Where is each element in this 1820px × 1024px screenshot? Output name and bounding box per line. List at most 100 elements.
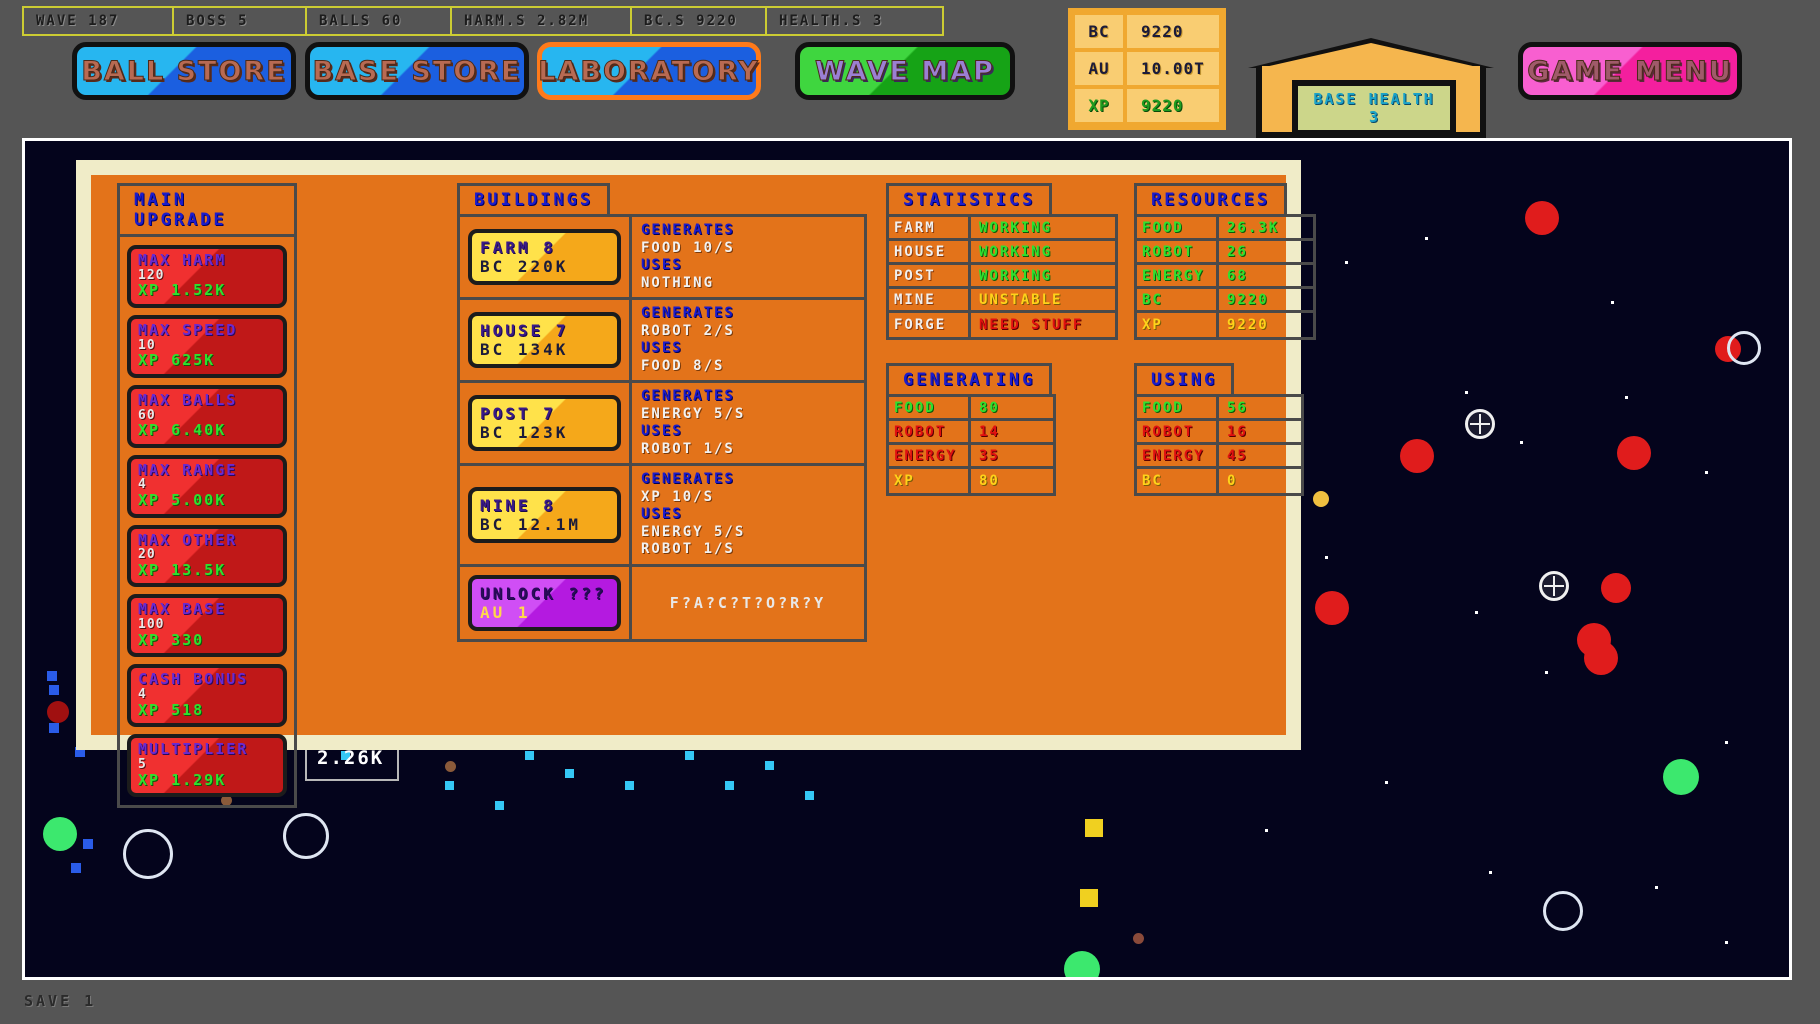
green-orb[interactable] <box>1663 759 1699 795</box>
resources-title: RESOURCES <box>1134 183 1288 217</box>
star-dot[interactable] <box>685 751 694 760</box>
star-dot <box>1385 781 1388 784</box>
enemy-token[interactable] <box>47 701 69 723</box>
ring-orb[interactable] <box>1727 331 1761 365</box>
star-dot[interactable] <box>725 781 734 790</box>
resource-row: AU 10.00T <box>1075 52 1219 85</box>
building-info-cell: GENERATES FOOD 10/S USES NOTHING <box>632 217 864 297</box>
nav-button-label: WAVE MAP <box>815 55 995 87</box>
enemy-token[interactable] <box>1617 436 1651 470</box>
ring-orb[interactable] <box>283 813 329 859</box>
statistics-key: MINE <box>889 289 971 310</box>
building-info-heading: GENERATES <box>641 388 735 404</box>
using-value: 0 <box>1227 473 1238 489</box>
upgrade-button-max-base[interactable]: MAX BASE 100 XP 330 <box>127 594 287 658</box>
upgrade-button-max-speed[interactable]: MAX SPEED 10 XP 625K <box>127 314 287 378</box>
star-dot <box>1313 491 1329 507</box>
building-info-heading: USES <box>641 340 683 356</box>
laboratory-panel: MAIN UPGRADE MAX HARM 120 XP 1.52K MAX SPEE… <box>76 160 1316 809</box>
generating-value: 80 <box>979 473 1000 489</box>
upgrade-button-cash-bonus[interactable]: CASH BONUS 4 XP 518 <box>127 664 287 728</box>
star-dot[interactable] <box>445 781 454 790</box>
statistics-value: WORKING <box>979 267 1053 284</box>
ring-orb[interactable] <box>123 829 173 879</box>
star-dot[interactable] <box>525 751 534 760</box>
status-bar: WAVE 187 BOSS 5 BALLS 60 HARM.S 2.82M BC.S 9… <box>22 6 944 36</box>
upgrade-button-multiplier[interactable]: MULTIPLIER 5 XP 1.29K <box>127 734 287 798</box>
star-dot[interactable] <box>47 671 57 681</box>
star-dot[interactable] <box>765 761 774 770</box>
using-key: ROBOT <box>1137 421 1219 442</box>
upgrade-button-max-balls[interactable]: MAX BALLS 60 XP 6.40K <box>127 384 287 448</box>
target-token[interactable] <box>1465 409 1495 439</box>
star-dot[interactable] <box>49 685 59 695</box>
building-info-value: ROBOT 1/S <box>641 440 735 457</box>
upgrade-level: 4 <box>138 477 147 493</box>
nav-button-label: GAME MENU <box>1527 55 1733 87</box>
enemy-token[interactable] <box>1400 439 1434 473</box>
upgrade-button-max-other[interactable]: MAX OTHER 20 XP 13.5K <box>127 524 287 588</box>
star-dot[interactable] <box>495 801 504 810</box>
star-dot[interactable] <box>805 791 814 800</box>
using-value: 16 <box>1227 423 1248 440</box>
using-key: FOOD <box>1137 397 1219 418</box>
base-health-screen: BASE HEALTH 3 <box>1292 80 1456 136</box>
resources-table: FOOD 26.3K ROBOT 26 ENERGY 68 BC 9220 XP 9220 <box>1134 214 1316 340</box>
resources-value: 68 <box>1227 267 1248 284</box>
star-dot <box>1705 471 1708 474</box>
enemy-token[interactable] <box>1601 573 1631 603</box>
nav-button-ball-store[interactable]: BALL STORE <box>72 42 296 100</box>
star-dot <box>1465 391 1468 394</box>
nav-button-laboratory[interactable]: LABORATORY <box>537 42 761 100</box>
ring-orb[interactable] <box>1543 891 1583 931</box>
nav-button-game-menu[interactable]: GAME MENU <box>1518 42 1742 100</box>
star-dot[interactable] <box>83 839 93 849</box>
resource-row: BC 9220 <box>1075 15 1219 48</box>
star-dot <box>1725 941 1728 944</box>
upgrade-button-max-range[interactable]: MAX RANGE 4 XP 5.00K <box>127 454 287 518</box>
resources-key: ROBOT <box>1137 241 1219 262</box>
upgrade-button-max-harm[interactable]: MAX HARM 120 XP 1.52K <box>127 245 287 308</box>
statistics-key: POST <box>889 265 971 286</box>
building-button-post-7[interactable]: POST 7 BC 123K <box>468 395 621 451</box>
green-orb[interactable] <box>43 817 77 851</box>
building-info-heading: GENERATES <box>641 471 735 487</box>
resource-value: 9220 <box>1127 15 1219 48</box>
building-button-house-7[interactable]: HOUSE 7 BC 134K <box>468 312 621 368</box>
building-row: POST 7 BC 123K GENERATES ENERGY 5/S USES ROBO… <box>460 383 864 466</box>
star-dot[interactable] <box>71 863 81 873</box>
enemy-token[interactable] <box>1525 201 1559 235</box>
upgrade-name: MAX RANGE <box>138 460 238 479</box>
game-root: WAVE 187 BOSS 5 BALLS 60 HARM.S 2.82M BC.S 9… <box>0 0 1820 1024</box>
building-info-heading: USES <box>641 257 683 273</box>
star-dot <box>1625 396 1628 399</box>
main-upgrade-list: MAX HARM 120 XP 1.52K MAX SPEED 10 XP 625K MAX… <box>117 234 297 809</box>
building-button-unlock[interactable]: UNLOCK ??? AU 1 <box>468 574 621 631</box>
building-button-mine-8[interactable]: MINE 8 BC 12.1M <box>468 486 621 543</box>
star-dot <box>445 761 456 772</box>
nav-button-label: BASE STORE <box>312 55 522 87</box>
nav-button-base-store[interactable]: BASE STORE <box>305 42 529 100</box>
star-dot[interactable] <box>625 781 634 790</box>
laboratory-panel-inner: MAIN UPGRADE MAX HARM 120 XP 1.52K MAX SPEE… <box>91 175 1316 809</box>
generating-value: 14 <box>979 423 1000 440</box>
star-dot <box>1611 301 1614 304</box>
buildings-column: BUILDINGS FARM 8 BC 220K GENERATES FOOD 10/… <box>457 183 867 642</box>
building-info-heading: USES <box>641 506 683 522</box>
enemy-token[interactable] <box>1584 641 1618 675</box>
statistics-value: UNSTABLE <box>979 291 1063 308</box>
building-button-farm-8[interactable]: FARM 8 BC 220K <box>468 229 621 285</box>
target-token[interactable] <box>1539 571 1569 601</box>
star-dot[interactable] <box>565 769 574 778</box>
enemy-token[interactable] <box>1315 591 1349 625</box>
generating-table: FOOD 80 ROBOT 14 ENERGY 35 XP 80 <box>886 394 1056 496</box>
green-orb[interactable] <box>1064 951 1100 977</box>
upgrade-cost: XP 625K <box>138 351 216 370</box>
nav-button-wave-map[interactable]: WAVE MAP <box>795 42 1015 100</box>
building-button-cell: HOUSE 7 BC 134K <box>460 300 632 380</box>
generating-key: ROBOT <box>889 421 971 442</box>
star-dot[interactable] <box>49 723 59 733</box>
building-row: MINE 8 BC 12.1M GENERATES XP 10/S USES ENERGY… <box>460 466 864 567</box>
top-resource-panel: BC 9220 AU 10.00T XP 9220 <box>1068 8 1226 130</box>
statistics-value: WORKING <box>979 243 1053 260</box>
